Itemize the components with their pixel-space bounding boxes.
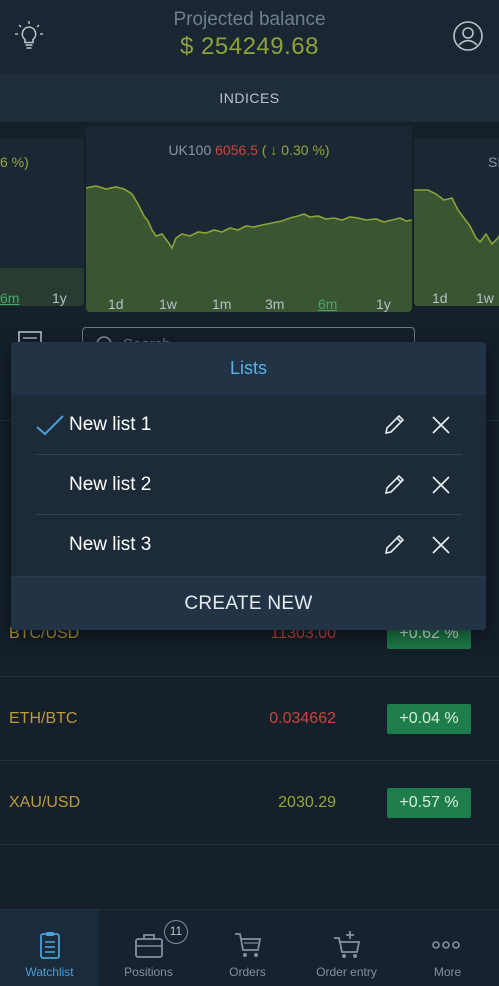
row-symbol: ETH/BTC [9,710,78,727]
projected-balance-value: $ 254249.68 [180,33,319,60]
bottom-nav: Watchlist 11 Positions Orders Order entr… [0,909,499,986]
more-dots-icon [432,941,460,949]
period-1d[interactable]: 1d [108,296,124,312]
index-card-left[interactable]: 6 %) 6m 1y [0,138,84,306]
app-header: Projected balance $ 254249.68 [0,0,499,74]
edit-pencil-icon[interactable] [383,532,407,556]
row-change-badge: +0.57 % [387,788,471,818]
tab-positions[interactable]: 11 Positions [99,910,198,986]
list-item[interactable]: New list 1 [11,395,486,455]
list-item[interactable]: New list 2 [11,455,486,515]
index-card-uk100[interactable]: UK100 6056.5 ( ↓ 0.30 %) 1d 1w 1m 3m 6m … [86,126,412,312]
create-new-button[interactable]: CREATE NEW [11,576,486,630]
period-1d[interactable]: 1d [432,290,448,306]
positions-count-badge: 11 [164,920,188,944]
tab-label: Watchlist [25,965,74,979]
tab-watchlist[interactable]: Watchlist [0,910,99,986]
period-6m[interactable]: 6m [0,290,19,306]
list-item-label: New list 3 [69,534,152,555]
tab-order-entry[interactable]: Order entry [297,910,396,986]
period-1y[interactable]: 1y [376,296,391,312]
period-1w[interactable]: 1w [476,290,494,306]
delete-x-icon[interactable] [430,534,452,556]
period-3m[interactable]: 3m [265,296,284,312]
list-item-label: New list 1 [69,414,152,435]
sparkline-chart [0,268,84,306]
period-1w[interactable]: 1w [159,296,177,312]
cart-icon [235,933,262,957]
checkmark-icon [36,415,64,436]
list-item[interactable]: New list 3 [11,515,486,575]
period-6m[interactable]: 6m [318,296,337,312]
projected-balance-label: Projected balance [173,9,326,30]
row-value: 2030.29 [278,794,336,811]
period-1y[interactable]: 1y [52,290,67,306]
tab-orders[interactable]: Orders [198,910,297,986]
edit-pencil-icon[interactable] [383,472,407,496]
tab-label: Orders [229,965,266,979]
table-row[interactable]: XAU/USD 2030.29 +0.57 % [0,761,499,845]
row-symbol: XAU/USD [9,794,81,811]
tab-label: Positions [124,965,173,979]
row-change-badge: +0.04 % [387,704,471,734]
indices-section-header[interactable]: INDICES [0,74,499,122]
user-profile-icon[interactable] [452,20,484,52]
cart-plus-icon [334,931,361,958]
list-item-label: New list 2 [69,474,152,495]
tab-label: Order entry [316,965,377,979]
briefcase-icon [135,934,163,958]
table-row[interactable]: ETH/BTC 0.034662 +0.04 % [0,677,499,761]
edit-pencil-icon[interactable] [383,412,407,436]
index-card-right[interactable]: SI 1d 1w [414,138,499,306]
tab-more[interactable]: More [396,910,499,986]
period-1m[interactable]: 1m [212,296,231,312]
modal-title: Lists [11,342,486,395]
indices-carousel[interactable]: 6 %) 6m 1y UK100 6056.5 ( ↓ 0.30 %) 1d 1… [0,122,499,318]
delete-x-icon[interactable] [430,474,452,496]
sparkline-chart [86,185,412,312]
row-value: 0.034662 [269,710,336,727]
lists-modal: Lists New list 1 New list 2 New list 3 C… [11,342,486,630]
delete-x-icon[interactable] [430,414,452,436]
clipboard-icon [40,932,60,959]
sparkline-chart [414,189,499,306]
tab-label: More [433,965,462,979]
